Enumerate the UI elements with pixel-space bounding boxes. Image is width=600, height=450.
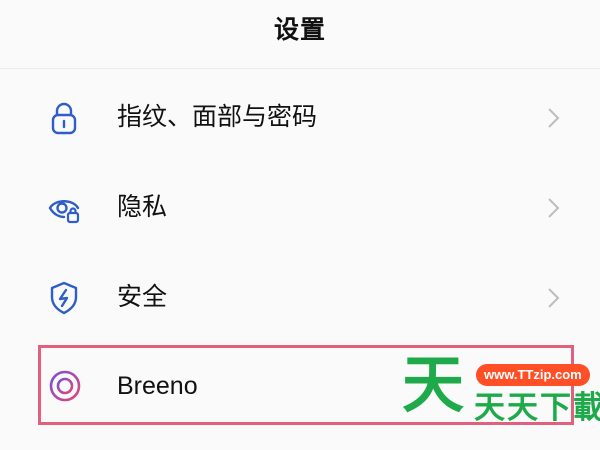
settings-list: 指纹、面部与密码 隐私 安全	[0, 69, 600, 339]
watermark-url-pill: www.TTzip.com	[476, 364, 590, 386]
settings-item-label: 隐私	[117, 192, 168, 221]
chevron-right-icon	[544, 195, 562, 221]
header-bar: 设置	[0, 0, 600, 69]
chevron-right-icon	[544, 285, 562, 311]
privacy-eye-lock-icon	[46, 190, 82, 226]
settings-item-security[interactable]: 安全	[0, 249, 600, 339]
settings-item-label: 安全	[117, 282, 168, 311]
settings-item-privacy[interactable]: 隐私	[0, 159, 600, 249]
ttzip-watermark-logo: 天 www.TTzip.com 天天下載	[402, 348, 600, 426]
chevron-right-icon	[544, 105, 562, 131]
settings-item-fingerprint-face-password[interactable]: 指纹、面部与密码	[0, 69, 600, 159]
page-title: 设置	[273, 15, 326, 44]
watermark-big-char: 天	[402, 348, 465, 421]
watermark-small-text: 天天下載	[474, 390, 600, 426]
settings-item-label: 指纹、面部与密码	[117, 102, 318, 131]
security-shield-icon	[46, 280, 82, 316]
lock-icon	[46, 100, 82, 136]
settings-screen: 设置 指纹、面部与密码 隐私 安全 Breeno 天 www.TTzip.com…	[0, 0, 600, 450]
